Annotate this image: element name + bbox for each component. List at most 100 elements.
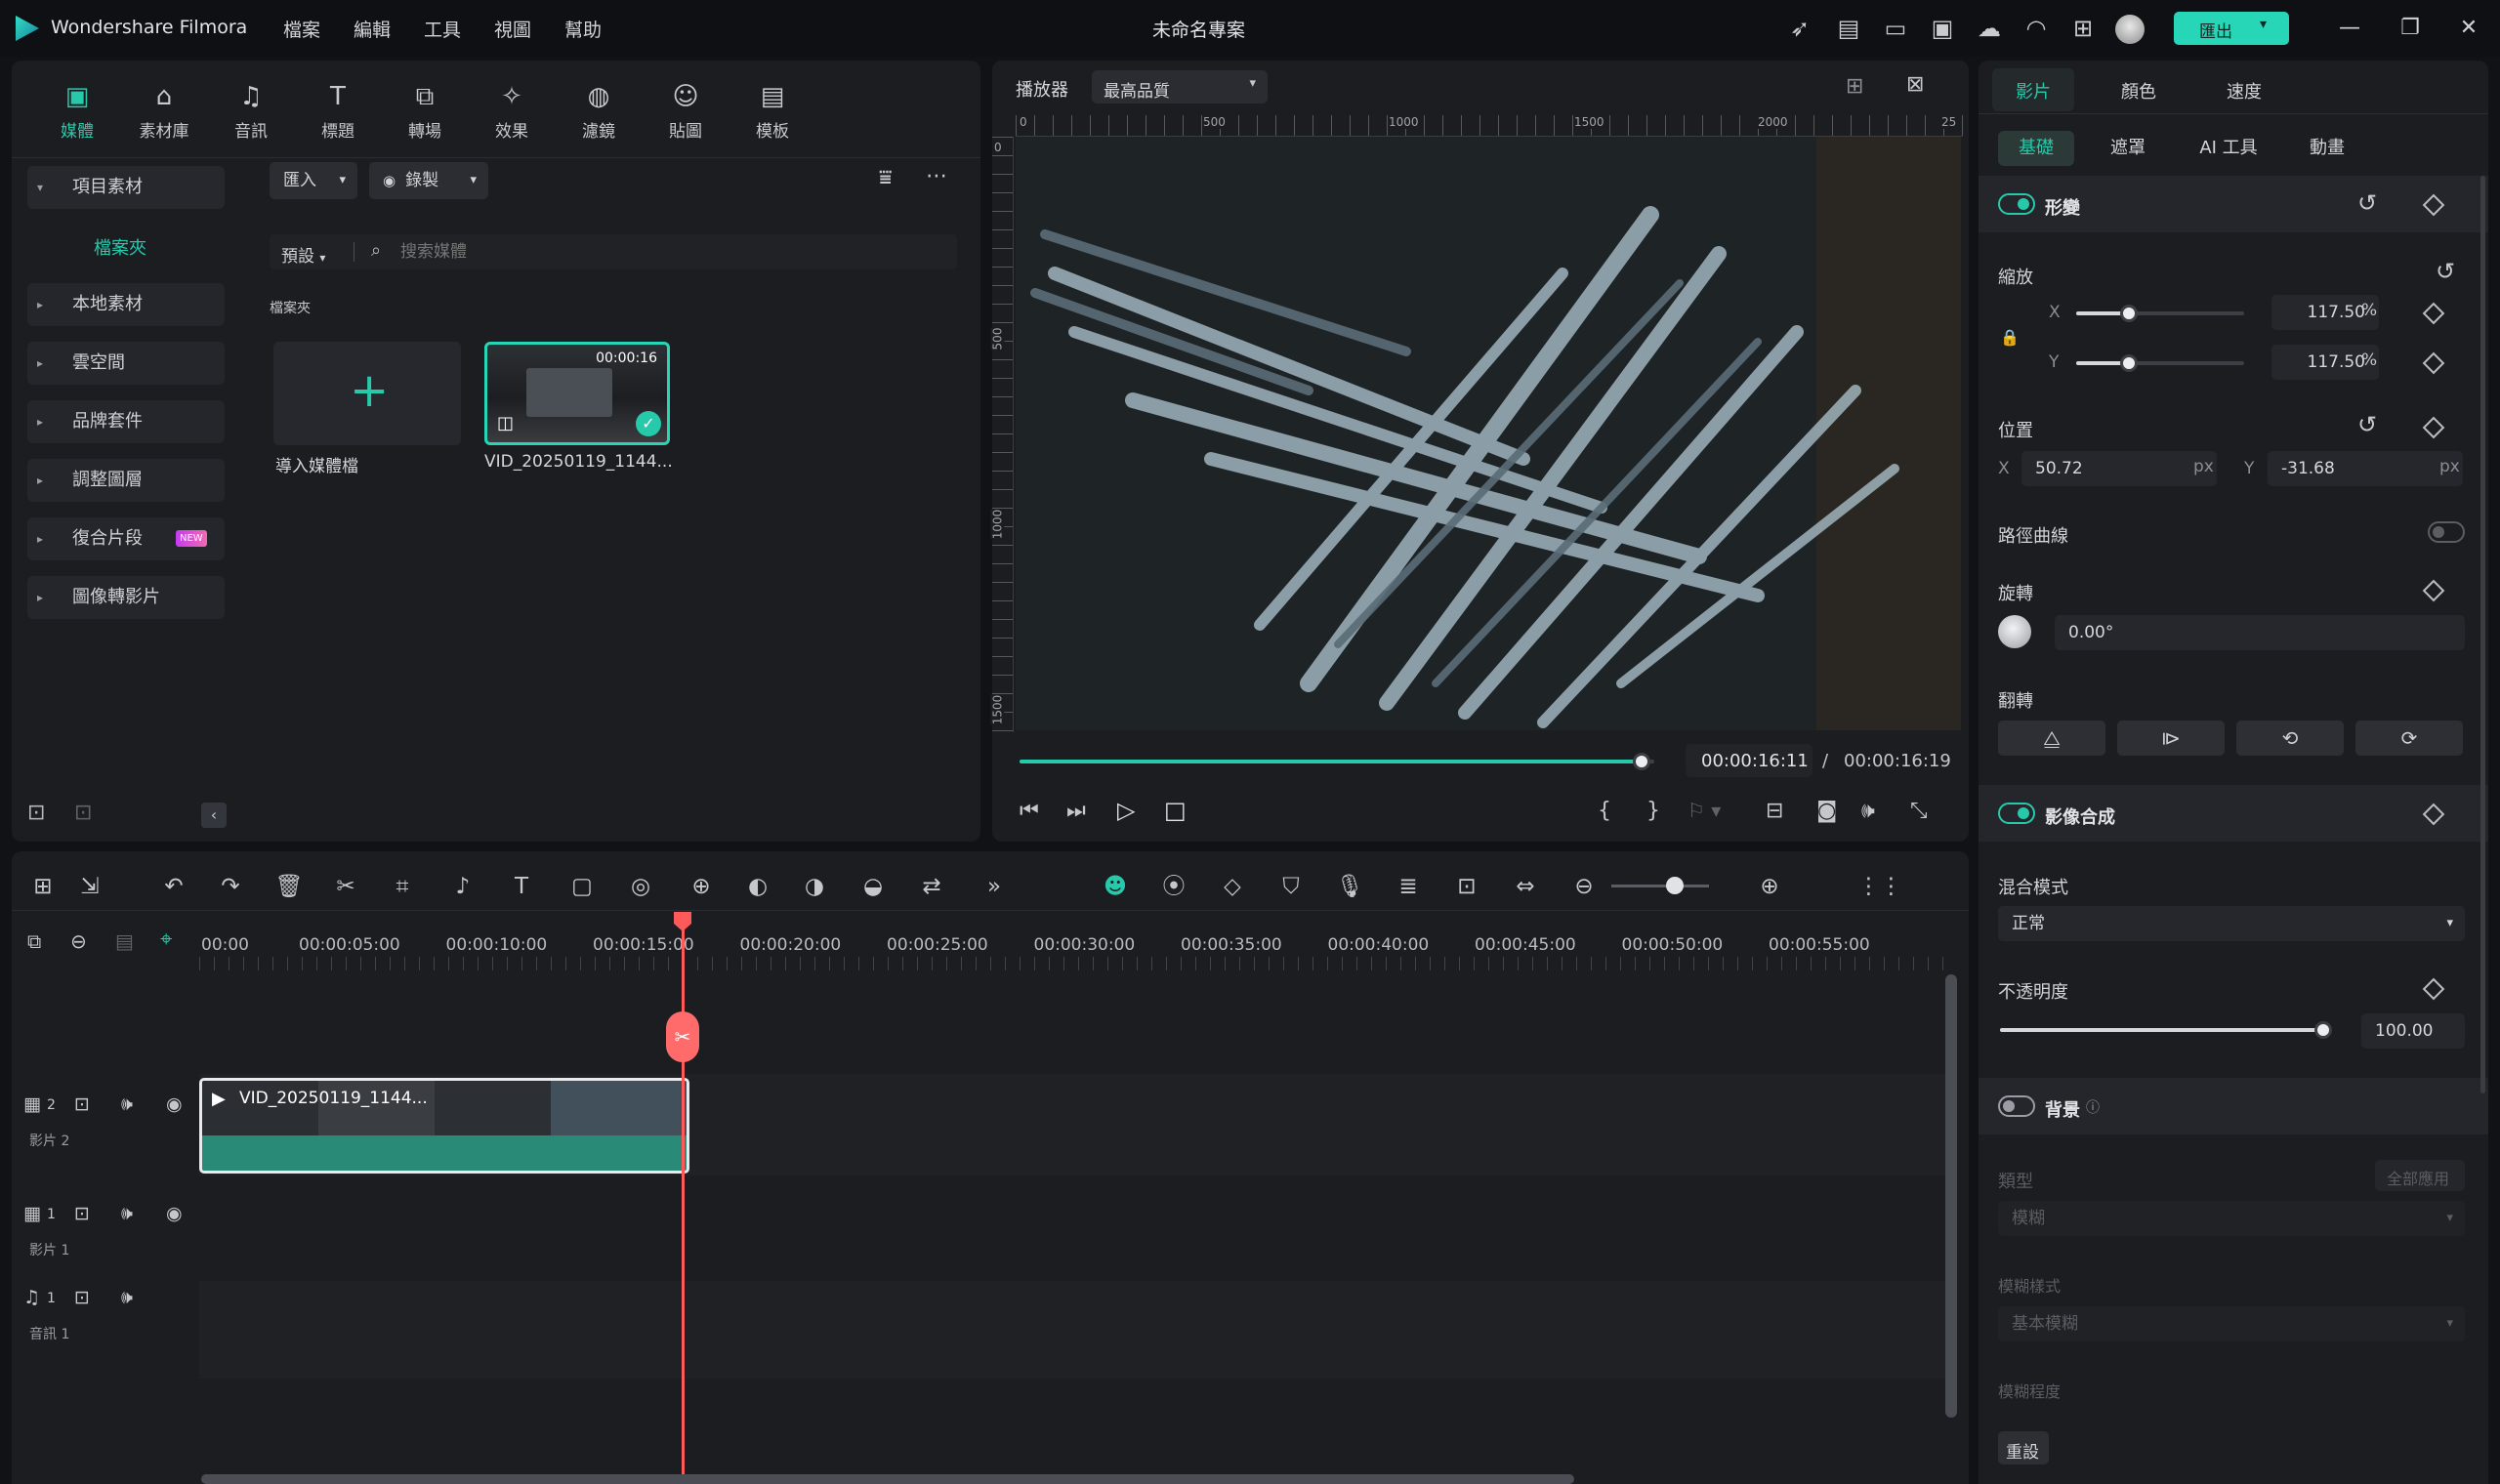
export-button[interactable]: 匯出 ▾ [2174,12,2289,45]
compositing-toggle[interactable] [1998,803,2035,824]
timeline-vertical-scrollbar[interactable] [1945,974,1957,1418]
menu-file[interactable]: 檔案 [283,16,320,42]
sidebar-local-media[interactable]: ▸ 本地素材 [27,283,225,326]
link-icon[interactable]: ⊖ [70,929,87,953]
sidebar-brand-kit[interactable]: ▸ 品牌套件 [27,400,225,443]
subtab-mask[interactable]: 遮罩 [2090,131,2166,166]
rotation-dial[interactable] [1998,615,2031,648]
subtab-basic[interactable]: 基礎 [1998,131,2074,166]
reset-icon[interactable]: ↺ [2436,258,2455,285]
subtitle-icon[interactable]: ≣ [1391,869,1426,904]
menu-view[interactable]: 視圖 [494,16,531,42]
zoom-slider-handle[interactable] [1666,877,1684,894]
position-y-input[interactable]: -31.68 [2268,451,2463,486]
crop-icon[interactable]: ⌗ [385,869,420,904]
zoom-slider-track[interactable] [1611,885,1709,887]
import-media-tile[interactable]: + [273,342,461,445]
keyframe-path-icon[interactable]: ◇ [1215,869,1250,904]
rotate-right-button[interactable]: ⟳ [2355,721,2463,756]
lock-ratio-icon[interactable]: 🔒 [2000,328,2020,347]
record-voice-icon[interactable]: ⦿ [1156,869,1191,904]
flip-vertical-button[interactable]: ⧐ [2117,721,2225,756]
path-curve-toggle[interactable] [2428,521,2465,543]
fit-icon[interactable]: ⇔ [1508,869,1543,904]
ai-assistant-icon[interactable]: ☻ [1098,869,1133,904]
sidebar-compound-clip[interactable]: ▸ 復合片段 NEW [27,517,225,560]
new-folder-icon[interactable]: ⊡ [27,801,45,825]
announcement-icon[interactable]: ▤ [1834,14,1863,43]
volume-icon[interactable]: 🕪 [121,1093,133,1115]
position-x-input[interactable]: 50.72 [2021,451,2217,486]
apply-all-button[interactable]: 全部應用 [2375,1160,2465,1191]
media-clip-thumbnail[interactable]: 00:00:16 ◫ ✓ [484,342,670,445]
tab-music[interactable]: ♫ 音訊 [217,80,285,142]
select-tool-icon[interactable]: ⇲ [72,869,107,904]
view-options-icon[interactable]: ⋮⋮ [1857,869,1902,904]
tab-sticker[interactable]: ☺ 貼圖 [651,80,720,142]
opacity-input[interactable]: 100.00 [2361,1013,2465,1049]
motion-icon[interactable]: ◑ [797,869,832,904]
mark-in-icon[interactable]: { [1598,799,1611,823]
flip-horizontal-button[interactable]: ⧋ [1998,721,2105,756]
timeline-horizontal-scrollbar[interactable] [201,1474,1574,1484]
camera-icon[interactable]: ◙ [1816,799,1837,823]
magnet-icon[interactable]: ⌖ [160,928,172,952]
reset-icon[interactable]: ↺ [2357,411,2377,438]
ai-tool-icon[interactable]: ⊕ [684,869,719,904]
scale-y-handle[interactable] [2120,354,2138,372]
blur-style-select[interactable]: 基本模糊 ▾ [1998,1306,2465,1341]
text-icon[interactable]: T [504,869,539,904]
tab-filter[interactable]: ◍ 濾鏡 [564,80,633,142]
add-track-icon[interactable]: ⧉ [27,929,41,953]
eye-icon[interactable]: ◉ [166,1203,183,1224]
translate-icon[interactable]: ⇄ [914,869,949,904]
split-scissors-button[interactable]: ✂ [666,1011,699,1062]
mark-out-icon[interactable]: } [1646,799,1660,823]
layout-icon[interactable]: ⊞ [25,869,61,904]
display-icon[interactable]: ⊟ [1766,799,1783,823]
cut-icon[interactable]: ✂ [328,869,363,904]
speed-icon[interactable]: ◎ [623,869,658,904]
prop-tab-speed[interactable]: 速度 [2227,78,2262,103]
avatar[interactable] [2115,15,2145,44]
collapse-sidebar-button[interactable]: ‹ [201,803,227,828]
rotate-left-button[interactable]: ⟲ [2236,721,2344,756]
tab-transition[interactable]: ⧉ 轉場 [391,80,459,142]
send-icon[interactable]: ➶ [1785,14,1814,43]
background-toggle[interactable] [1998,1095,2035,1117]
more-icon[interactable]: ⋯ [926,164,947,188]
cloud-icon[interactable]: ☁ [1975,14,2004,43]
headset-icon[interactable]: ◠ [2021,14,2051,43]
bg-type-select[interactable]: 模糊 ▾ [1998,1201,2465,1236]
microphone-icon[interactable]: 🎙 [1332,869,1367,904]
apps-grid-icon[interactable]: ⊞ [2068,14,2098,43]
menu-tools[interactable]: 工具 [424,16,461,42]
filter-icon[interactable]: ⩸ [879,166,892,190]
reset-button[interactable]: 重設 [1998,1431,2049,1464]
menu-edit[interactable]: 編輯 [354,16,391,42]
reset-icon[interactable]: ↺ [2357,189,2377,217]
lock-icon[interactable]: ⊡ [74,1203,90,1224]
sidebar-project-media[interactable]: ▾ 項目素材 [27,166,225,209]
blend-mode-select[interactable]: 正常 ▾ [1998,906,2465,941]
stop-icon[interactable]: □ [1164,797,1187,824]
lock-icon[interactable]: ⊡ [74,1093,90,1115]
shape-icon[interactable]: ▢ [564,869,600,904]
minimize-button[interactable]: — [2332,12,2367,45]
rotation-input[interactable]: 0.00° [2055,615,2465,650]
prop-tab-video[interactable]: 影片 [1992,68,2074,111]
sidebar-cloud[interactable]: ▸ 雲空間 [27,342,225,385]
sidebar-image-to-video[interactable]: ▸ 圖像轉影片 [27,576,225,619]
scrollbar[interactable] [2480,176,2485,1093]
play-icon[interactable]: ▷ [1117,797,1135,824]
tab-effects[interactable]: ✧ 效果 [478,80,546,142]
tab-media[interactable]: ▣ 媒體 [43,80,111,142]
tab-stock[interactable]: ⌂ 素材庫 [130,80,198,142]
layout-icon[interactable]: ▭ [1881,14,1910,43]
volume-icon[interactable]: 🕪 [121,1203,133,1224]
mask-icon[interactable]: ◐ [740,869,775,904]
redo-icon[interactable]: ↷ [213,869,248,904]
subtab-ai-tools[interactable]: AI 工具 [2184,131,2273,166]
folder-icon[interactable]: ⊡ [74,801,92,825]
replace-icon[interactable]: ⊡ [1449,869,1484,904]
